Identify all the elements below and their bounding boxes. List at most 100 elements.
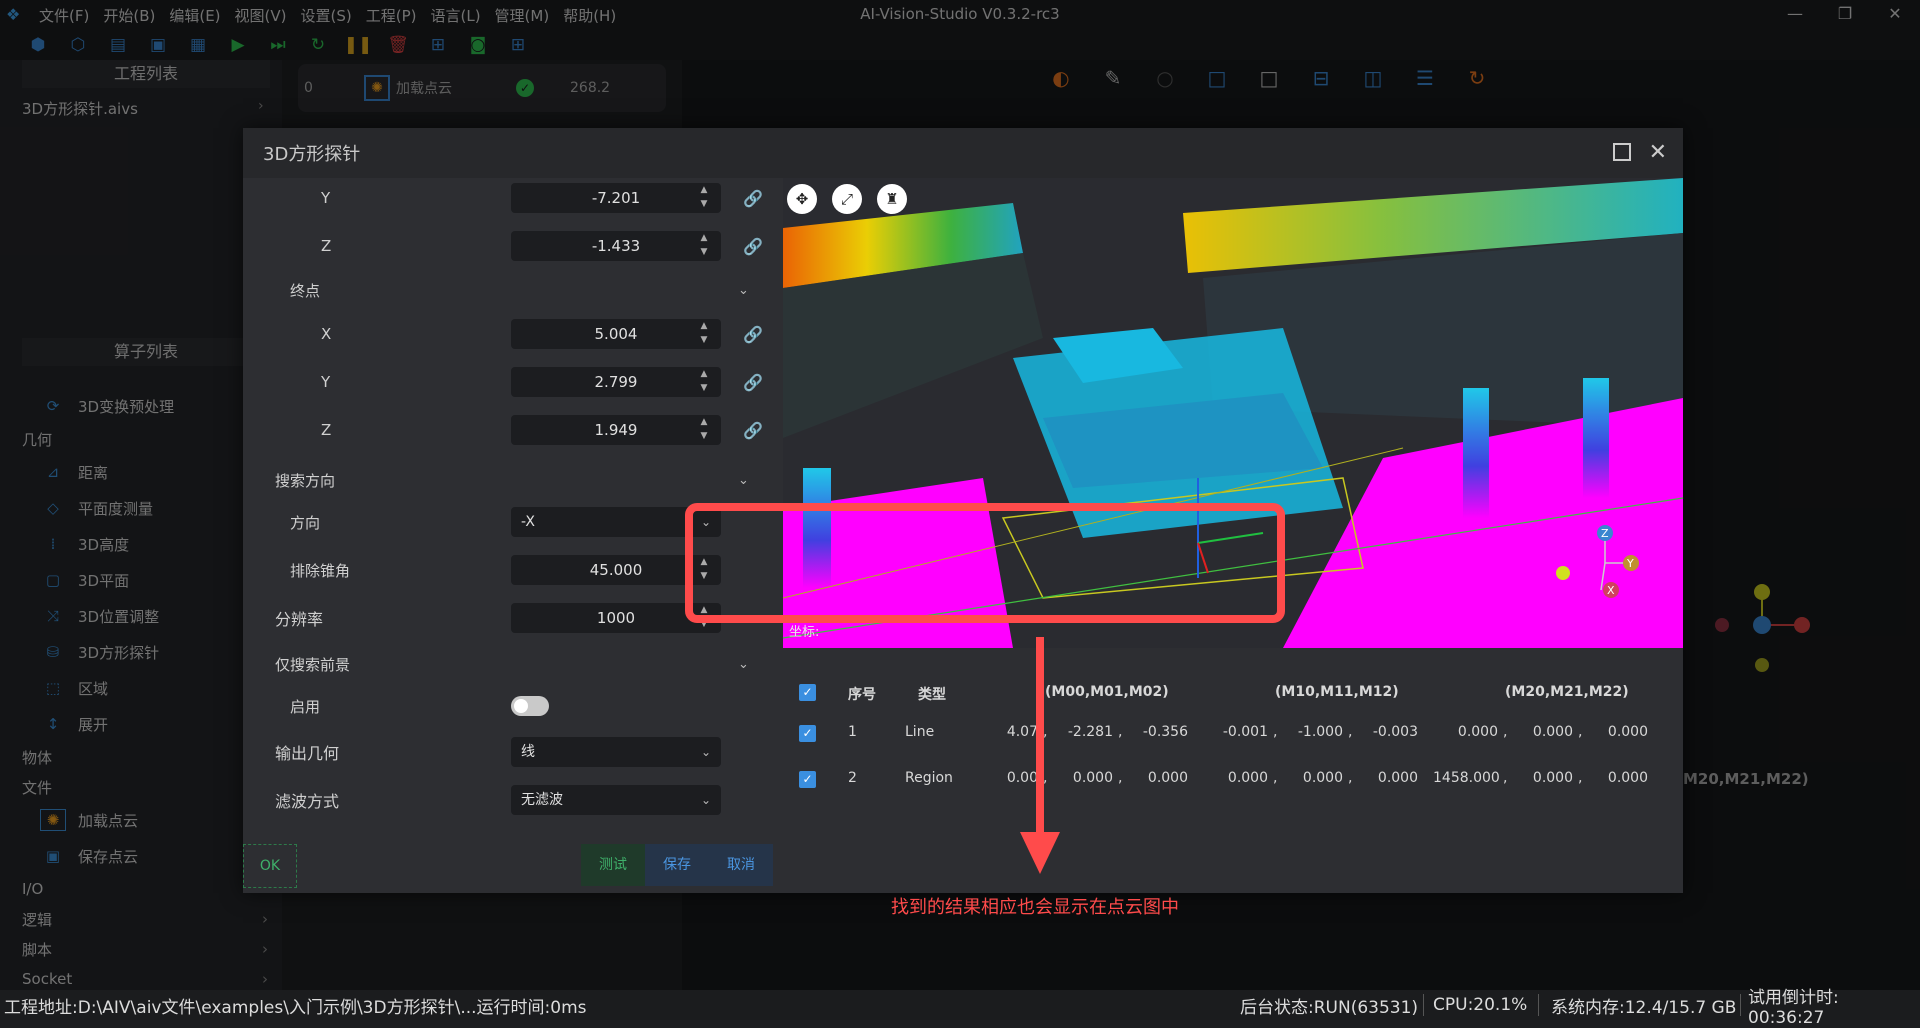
filter-mode-value: 无滤波 [521, 792, 563, 808]
annotation-arrow [1020, 637, 1060, 874]
enable-toggle[interactable] [511, 696, 549, 716]
end-x-label: X [321, 325, 332, 343]
backend-status: 后台状态:RUN(63531) [1240, 997, 1419, 1018]
highlight-box [685, 503, 1285, 623]
header-m2: (M20,M21,M22) [1505, 684, 1629, 700]
matrix-cell: 0.000 [1532, 770, 1573, 786]
row-type: Region [905, 770, 953, 786]
matrix-cell: 0.000 [1147, 770, 1188, 786]
end-z-spinner[interactable]: ▲ ▼ [693, 415, 715, 445]
test-button[interactable]: 测试 [581, 844, 645, 886]
fit-view-icon[interactable]: ⤢ [832, 184, 862, 214]
end-y-input[interactable]: 2.799 [511, 367, 721, 397]
end-y-label: Y [321, 373, 331, 391]
matrix-cell: 0.000 [1227, 770, 1268, 786]
reset-view-icon[interactable]: ♜ [877, 184, 907, 214]
link-icon[interactable]: 🔗 [743, 237, 763, 256]
start-z-spinner[interactable]: ▲ ▼ [693, 231, 715, 261]
output-geometry-value: 线 [521, 744, 535, 760]
filter-mode-label: 滤波方式 [275, 792, 340, 811]
start-z-input[interactable]: -1.433 [511, 231, 721, 261]
svg-text:Y: Y [1626, 557, 1634, 570]
start-y-input[interactable]: -7.201 [511, 183, 721, 213]
move-icon[interactable]: ✥ [787, 184, 817, 214]
chevron-down-icon[interactable]: ⌄ [738, 657, 749, 672]
dialog-title: 3D方形探针 [243, 128, 1683, 178]
separator: , [1578, 770, 1583, 786]
annotation-text: 找到的结果相应也会显示在点云图中 [891, 897, 1179, 918]
end-z-input[interactable]: 1.949 [511, 415, 721, 445]
chevron-down-icon: ⌄ [700, 793, 711, 807]
memory-usage: 系统内存:12.4/15.7 GB [1551, 997, 1737, 1018]
separator: , [1348, 770, 1353, 786]
matrix-cell: 0.000 [1607, 770, 1648, 786]
row-checkbox[interactable]: ✓ [799, 725, 816, 742]
start-y-label: Y [321, 189, 331, 207]
matrix-cell: 0.000 [1607, 724, 1648, 740]
separator: , [1503, 770, 1508, 786]
select-all-checkbox[interactable]: ✓ [799, 684, 816, 701]
matrix-cell: 1458.000 [1433, 770, 1500, 786]
search-direction-label: 搜索方向 [275, 471, 336, 490]
matrix-cell: -0.003 [1372, 724, 1418, 740]
chevron-down-icon[interactable]: ⌄ [738, 283, 749, 298]
row-type: Line [905, 724, 935, 740]
maximize-dialog-icon[interactable] [1613, 143, 1631, 161]
header-index: 序号 [848, 687, 876, 703]
header-m1: (M10,M11,M12) [1275, 684, 1399, 700]
output-geometry-label: 输出几何 [275, 744, 340, 763]
enable-label: 启用 [290, 697, 321, 716]
cpu-usage: CPU:20.1% [1433, 995, 1528, 1015]
separator: , [1118, 724, 1123, 740]
matrix-cell: 0.000 [1532, 724, 1573, 740]
link-icon[interactable]: 🔗 [743, 421, 763, 440]
foreground-only-label: 仅搜索前景 [275, 655, 351, 674]
close-dialog-icon[interactable]: ✕ [1649, 140, 1667, 165]
chevron-down-icon: ⌄ [700, 745, 711, 759]
trial-countdown: 试用倒计时: 00:36:27 [1748, 987, 1839, 1028]
output-geometry-select[interactable]: 线 ⌄ [511, 737, 721, 767]
separator: , [1273, 724, 1278, 740]
ok-button[interactable]: OK [243, 844, 297, 888]
save-button[interactable]: 保存 [645, 844, 709, 886]
view-controls: ✥ ⤢ ♜ [787, 184, 922, 214]
end-point-label: 终点 [290, 281, 321, 300]
end-y-spinner[interactable]: ▲ ▼ [693, 367, 715, 397]
row-index: 2 [848, 770, 857, 786]
end-x-input[interactable]: 5.004 [511, 319, 721, 349]
resolution-label: 分辨率 [275, 610, 324, 629]
link-icon[interactable]: 🔗 [743, 373, 763, 392]
separator: , [1578, 724, 1583, 740]
separator: , [1273, 770, 1278, 786]
direction-value: -X [521, 514, 535, 530]
matrix-cell: -0.356 [1142, 724, 1188, 740]
start-z-label: Z [321, 237, 332, 255]
matrix-cell: -0.001 [1222, 724, 1268, 740]
chevron-down-icon[interactable]: ⌄ [738, 473, 749, 488]
matrix-cell: 0.000 [1377, 770, 1418, 786]
project-path: 工程地址:D:\AIV\aiv文件\examples\入门示例\3D方形探针\.… [4, 997, 587, 1018]
results-table: ✓ 序号 类型 (M00,M01,M02) (M10,M11,M12) (M20… [783, 656, 1683, 816]
cancel-button[interactable]: 取消 [709, 844, 773, 886]
direction-label: 方向 [290, 513, 321, 532]
matrix-cell: -1.000 [1297, 724, 1343, 740]
svg-text:X: X [1607, 584, 1615, 597]
row-checkbox[interactable]: ✓ [799, 771, 816, 788]
separator: , [1503, 724, 1508, 740]
header-type: 类型 [918, 687, 946, 703]
start-y-spinner[interactable]: ▲ ▼ [693, 183, 715, 213]
separator: , [1118, 770, 1123, 786]
link-icon[interactable]: 🔗 [743, 325, 763, 344]
parameter-form: Y -7.201 ▲ ▼ 🔗 Z -1.433 ▲ ▼ 🔗 终点 ⌄ X 5.004… [243, 178, 783, 818]
link-icon[interactable]: 🔗 [743, 189, 763, 208]
filter-mode-select[interactable]: 无滤波 ⌄ [511, 785, 721, 815]
separator: , [1348, 724, 1353, 740]
matrix-cell: 0.000 [1302, 770, 1343, 786]
end-z-label: Z [321, 421, 332, 439]
end-x-spinner[interactable]: ▲ ▼ [693, 319, 715, 349]
status-bar: 工程地址:D:\AIV\aiv文件\examples\入门示例\3D方形探针\.… [0, 988, 1920, 1028]
svg-text:Z: Z [1601, 527, 1609, 540]
exclude-angle-label: 排除锥角 [290, 561, 351, 580]
matrix-cell: 0.000 [1457, 724, 1498, 740]
row-index: 1 [848, 724, 857, 740]
